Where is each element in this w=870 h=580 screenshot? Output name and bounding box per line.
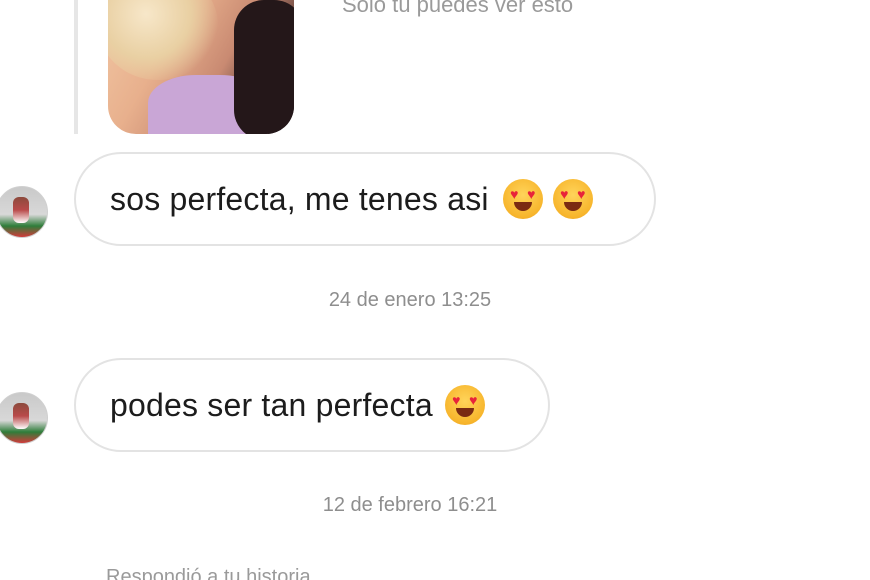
message-row: sos perfecta, me tenes asi ♥ ♥ ♥ ♥ [0,152,870,248]
private-visibility-note: Solo tú puedes ver esto [342,0,574,17]
story-reply-block: Solo tú puedes ver esto [0,0,870,140]
message-text: sos perfecta, me tenes asi [110,180,489,217]
story-thumbnail[interactable] [108,0,294,134]
story-reply-label: Respondió a tu historia [106,566,311,580]
story-reply-divider [74,0,78,134]
message-timestamp: 12 de febrero 16:21 [322,494,498,516]
message-bubble[interactable]: sos perfecta, me tenes asi ♥ ♥ ♥ ♥ [74,152,656,246]
message-bubble[interactable]: podes ser tan perfecta ♥ ♥ [74,358,550,452]
message-text: podes ser tan perfecta [110,386,433,423]
sender-avatar[interactable] [0,186,48,238]
sender-avatar[interactable] [0,392,48,444]
message-timestamp: 24 de enero 13:25 [328,289,492,311]
heart-eyes-emoji-icon: ♥ ♥ [444,385,485,425]
heart-eyes-emoji-icon: ♥ ♥ [552,179,593,219]
heart-eyes-emoji-icon: ♥ ♥ [502,179,543,219]
message-row: podes ser tan perfecta ♥ ♥ [0,358,870,454]
